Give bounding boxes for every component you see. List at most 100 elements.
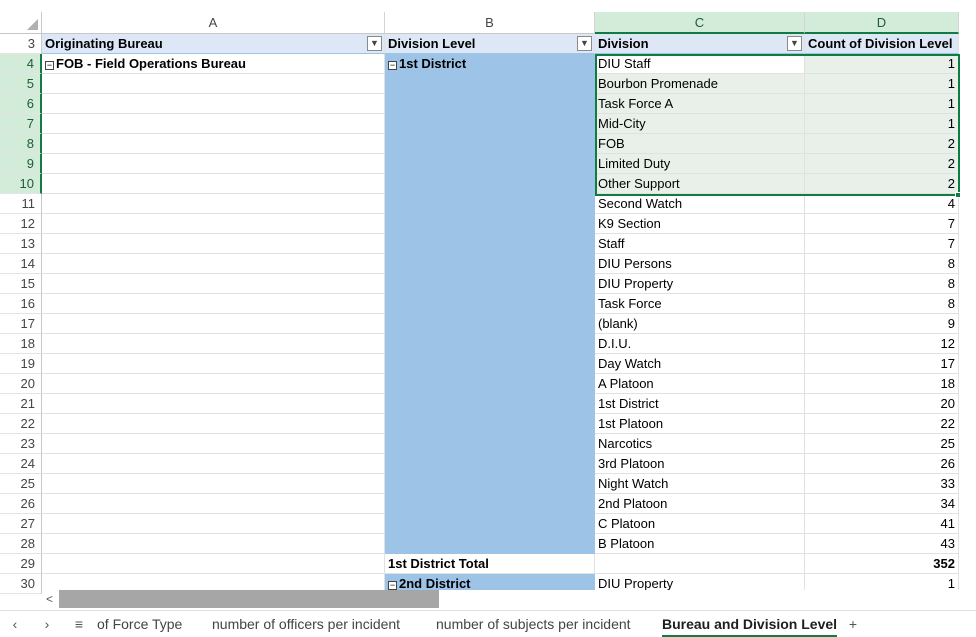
cell-division[interactable]: DIU Property	[595, 274, 805, 294]
collapse-icon[interactable]: −	[388, 61, 397, 70]
cell-division[interactable]: 1st District	[595, 394, 805, 414]
row-number[interactable]: 15	[0, 274, 42, 294]
cell-division-level[interactable]: −1st District	[385, 54, 595, 74]
row-number[interactable]: 30	[0, 574, 42, 594]
cell-count[interactable]: 7	[805, 214, 959, 234]
cell-division[interactable]	[595, 554, 805, 574]
cell-originating-bureau[interactable]	[42, 434, 385, 454]
scroll-left-icon[interactable]: <	[46, 590, 58, 608]
cell-originating-bureau[interactable]	[42, 234, 385, 254]
cell-count[interactable]: 33	[805, 474, 959, 494]
pivot-header-originating-bureau[interactable]: Originating Bureau ▼	[42, 34, 385, 54]
filter-dropdown-icon[interactable]: ▼	[787, 36, 802, 51]
cell-originating-bureau[interactable]	[42, 334, 385, 354]
cell-originating-bureau[interactable]	[42, 454, 385, 474]
cell-division-level[interactable]	[385, 154, 595, 174]
cell-count[interactable]: 8	[805, 294, 959, 314]
row-number[interactable]: 11	[0, 194, 42, 214]
horizontal-scrollbar[interactable]: <	[42, 590, 976, 608]
row-number[interactable]: 3	[0, 34, 42, 54]
cell-division[interactable]: Staff	[595, 234, 805, 254]
cell-originating-bureau[interactable]	[42, 534, 385, 554]
cell-division-level[interactable]	[385, 274, 595, 294]
cell-count[interactable]: 41	[805, 514, 959, 534]
cell-division-level[interactable]	[385, 414, 595, 434]
cell-division-level[interactable]	[385, 474, 595, 494]
cell-originating-bureau[interactable]	[42, 474, 385, 494]
cell-division-level[interactable]	[385, 434, 595, 454]
cell-count[interactable]: 4	[805, 194, 959, 214]
cell-count[interactable]: 1	[805, 74, 959, 94]
cell-count[interactable]: 352	[805, 554, 959, 574]
cell-division-level[interactable]	[385, 514, 595, 534]
cell-count[interactable]: 43	[805, 534, 959, 554]
row-number[interactable]: 23	[0, 434, 42, 454]
cell-count[interactable]: 9	[805, 314, 959, 334]
row-number[interactable]: 8	[0, 134, 42, 154]
cell-division[interactable]: Day Watch	[595, 354, 805, 374]
cell-count[interactable]: 25	[805, 434, 959, 454]
row-number[interactable]: 24	[0, 454, 42, 474]
cell-count[interactable]: 17	[805, 354, 959, 374]
cell-division[interactable]: DIU Staff	[595, 54, 805, 74]
cell-count[interactable]: 18	[805, 374, 959, 394]
cell-originating-bureau[interactable]	[42, 254, 385, 274]
cell-division[interactable]: B Platoon	[595, 534, 805, 554]
row-number[interactable]: 21	[0, 394, 42, 414]
row-number[interactable]: 14	[0, 254, 42, 274]
cell-division[interactable]: 1st Platoon	[595, 414, 805, 434]
cell-division-level[interactable]	[385, 94, 595, 114]
cell-count[interactable]: 2	[805, 134, 959, 154]
cell-division[interactable]: (blank)	[595, 314, 805, 334]
cell-count[interactable]: 1	[805, 54, 959, 74]
filter-dropdown-icon[interactable]: ▼	[577, 36, 592, 51]
cell-count[interactable]: 22	[805, 414, 959, 434]
pivot-header-division[interactable]: Division ▼	[595, 34, 805, 54]
cell-division[interactable]: Limited Duty	[595, 154, 805, 174]
cell-originating-bureau[interactable]	[42, 174, 385, 194]
cell-count[interactable]: 1	[805, 94, 959, 114]
cell-division[interactable]: Second Watch	[595, 194, 805, 214]
cell-count[interactable]: 20	[805, 394, 959, 414]
row-number[interactable]: 5	[0, 74, 42, 94]
cell-originating-bureau[interactable]	[42, 114, 385, 134]
cell-originating-bureau[interactable]	[42, 154, 385, 174]
pivot-header-count[interactable]: Count of Division Level	[805, 34, 959, 54]
cell-division[interactable]: K9 Section	[595, 214, 805, 234]
cell-division[interactable]: D.I.U.	[595, 334, 805, 354]
prev-sheet-icon[interactable]: ‹	[2, 611, 28, 637]
cell-originating-bureau[interactable]	[42, 354, 385, 374]
row-number[interactable]: 19	[0, 354, 42, 374]
cell-division-level[interactable]	[385, 174, 595, 194]
add-sheet-icon[interactable]: +	[840, 611, 866, 637]
row-number[interactable]: 13	[0, 234, 42, 254]
row-number[interactable]: 28	[0, 534, 42, 554]
row-number[interactable]: 18	[0, 334, 42, 354]
row-number[interactable]: 22	[0, 414, 42, 434]
cell-originating-bureau[interactable]	[42, 274, 385, 294]
cell-division[interactable]: Task Force	[595, 294, 805, 314]
row-number[interactable]: 25	[0, 474, 42, 494]
cell-originating-bureau[interactable]	[42, 194, 385, 214]
column-header-d[interactable]: D	[805, 12, 959, 34]
cell-division-level[interactable]	[385, 374, 595, 394]
cell-division-level[interactable]	[385, 234, 595, 254]
cell-count[interactable]: 1	[805, 114, 959, 134]
cell-count[interactable]: 26	[805, 454, 959, 474]
pivot-header-division-level[interactable]: Division Level ▼	[385, 34, 595, 54]
row-number[interactable]: 12	[0, 214, 42, 234]
cell-division-level[interactable]	[385, 394, 595, 414]
row-number[interactable]: 16	[0, 294, 42, 314]
cell-division[interactable]: Night Watch	[595, 474, 805, 494]
cell-originating-bureau[interactable]	[42, 374, 385, 394]
cell-count[interactable]: 8	[805, 254, 959, 274]
fill-handle[interactable]	[955, 192, 961, 198]
cell-division[interactable]: Other Support	[595, 174, 805, 194]
row-number[interactable]: 10	[0, 174, 42, 194]
column-header-b[interactable]: B	[385, 12, 595, 34]
select-all-corner[interactable]	[0, 12, 42, 34]
cell-division[interactable]: Task Force A	[595, 94, 805, 114]
sheet-tab-active[interactable]: Bureau and Division Level	[662, 611, 838, 637]
cell-originating-bureau[interactable]	[42, 94, 385, 114]
cell-division-level[interactable]	[385, 134, 595, 154]
